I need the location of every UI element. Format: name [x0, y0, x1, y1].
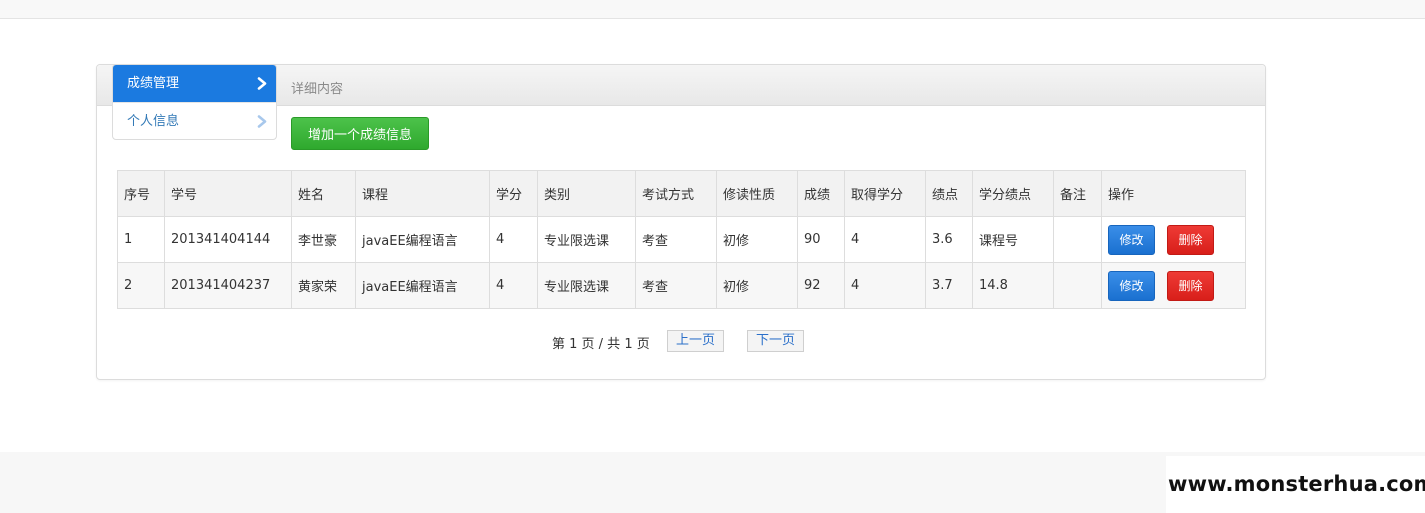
delete-button[interactable]: 删除 — [1167, 224, 1214, 255]
cell-index: 1 — [117, 216, 165, 263]
edit-button[interactable]: 修改 — [1108, 270, 1155, 301]
side-nav: 成绩管理 个人信息 — [112, 64, 277, 140]
column-header: 备注 — [1053, 170, 1102, 217]
edit-button[interactable]: 修改 — [1108, 224, 1155, 255]
cell-earned-credit: 4 — [844, 262, 926, 309]
column-header: 姓名 — [291, 170, 356, 217]
cell-remark — [1053, 216, 1102, 263]
cell-credit: 4 — [489, 216, 538, 263]
column-header: 修读性质 — [716, 170, 798, 217]
cell-credit: 4 — [489, 262, 538, 309]
prev-page-button[interactable]: 上一页 — [667, 330, 725, 352]
cell-category: 专业限选课 — [537, 262, 636, 309]
column-header: 考试方式 — [635, 170, 717, 217]
add-grade-button[interactable]: 增加一个成绩信息 — [291, 117, 429, 150]
cell-earned-credit: 4 — [844, 216, 926, 263]
table-row: 2 201341404237 黄家荣 javaEE编程语言 4 专业限选课 考查… — [117, 262, 1246, 309]
chevron-right-icon — [257, 115, 267, 128]
chevron-right-icon — [257, 77, 267, 90]
grade-panel: 详细内容 成绩管理 个人信息 增加一个成绩信息 序号 学号 姓名 课程 学分 类… — [96, 64, 1266, 380]
column-header: 学分 — [489, 170, 538, 217]
sidebar-item-label: 个人信息 — [127, 114, 180, 129]
cell-exam-method: 考查 — [635, 216, 717, 263]
next-page-button[interactable]: 下一页 — [747, 330, 805, 352]
cell-student-id: 201341404144 — [164, 216, 292, 263]
cell-exam-method: 考查 — [635, 262, 717, 309]
top-navbar — [0, 0, 1425, 19]
cell-credit-gpa: 课程号 — [972, 216, 1054, 263]
page-info: 第 1 页 / 共 1 页 — [552, 337, 650, 352]
cell-category: 专业限选课 — [537, 216, 636, 263]
sidebar-item-grade-management[interactable]: 成绩管理 — [113, 65, 276, 102]
cell-remark — [1053, 262, 1102, 309]
column-header: 操作 — [1101, 170, 1246, 217]
table-row: 1 201341404144 李世豪 javaEE编程语言 4 专业限选课 考查… — [117, 216, 1246, 263]
cell-course: javaEE编程语言 — [355, 262, 490, 309]
cell-score: 90 — [797, 216, 845, 263]
column-header: 成绩 — [797, 170, 845, 217]
cell-actions: 修改 删除 — [1101, 262, 1246, 309]
grade-table: 序号 学号 姓名 课程 学分 类别 考试方式 修读性质 成绩 取得学分 绩点 学… — [117, 170, 1246, 309]
cell-student-id: 201341404237 — [164, 262, 292, 309]
column-header: 课程 — [355, 170, 490, 217]
sidebar-item-label: 成绩管理 — [127, 76, 180, 91]
panel-title: 详细内容 — [291, 82, 344, 97]
column-header: 学分绩点 — [972, 170, 1054, 217]
cell-actions: 修改 删除 — [1101, 216, 1246, 263]
column-header: 取得学分 — [844, 170, 926, 217]
cell-credit-gpa: 14.8 — [972, 262, 1054, 309]
delete-button[interactable]: 删除 — [1167, 270, 1214, 301]
cell-study-type: 初修 — [716, 216, 798, 263]
column-header: 类别 — [537, 170, 636, 217]
cell-study-type: 初修 — [716, 262, 798, 309]
cell-name: 黄家荣 — [291, 262, 356, 309]
pagination: 第 1 页 / 共 1 页 上一页 下一页 — [97, 329, 1265, 353]
column-header: 绩点 — [925, 170, 973, 217]
cell-score: 92 — [797, 262, 845, 309]
cell-gpa: 3.7 — [925, 262, 973, 309]
column-header: 序号 — [117, 170, 165, 217]
watermark: www.monsterhua.com — [1166, 456, 1425, 513]
cell-name: 李世豪 — [291, 216, 356, 263]
column-header: 学号 — [164, 170, 292, 217]
cell-course: javaEE编程语言 — [355, 216, 490, 263]
sidebar-item-personal-info[interactable]: 个人信息 — [113, 102, 276, 139]
cell-gpa: 3.6 — [925, 216, 973, 263]
table-header-row: 序号 学号 姓名 课程 学分 类别 考试方式 修读性质 成绩 取得学分 绩点 学… — [117, 170, 1246, 217]
cell-index: 2 — [117, 262, 165, 309]
